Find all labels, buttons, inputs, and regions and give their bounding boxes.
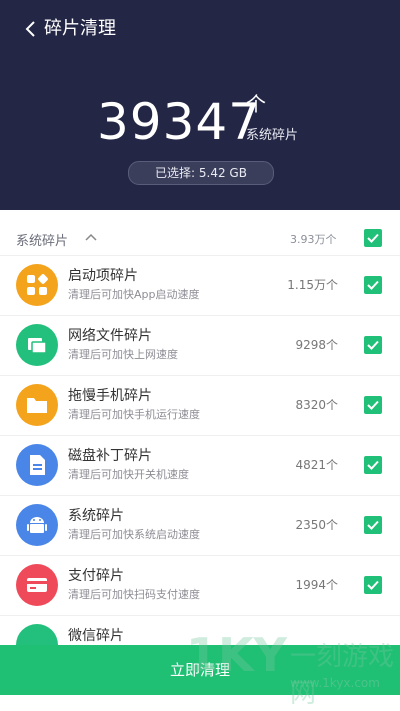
item-count: 8320个 — [295, 398, 338, 412]
list-item[interactable]: 支付碎片 清理后可加快扫码支付速度 1994个 — [0, 555, 400, 616]
checkmark-icon — [367, 460, 379, 470]
folder-icon — [16, 384, 58, 426]
list-item[interactable]: 系统碎片 清理后可加快系统启动速度 2350个 — [0, 495, 400, 556]
item-desc: 清理后可加快开关机速度 — [68, 468, 189, 481]
android-icon — [16, 504, 58, 546]
bottom-strip — [0, 695, 400, 711]
total-fragment-count: 39347 — [97, 93, 262, 151]
back-button[interactable] — [16, 14, 46, 44]
count-subtitle: 系统碎片 — [246, 128, 299, 143]
item-checkbox[interactable] — [364, 336, 382, 354]
group-checkbox[interactable] — [364, 229, 382, 247]
item-desc: 清理后可加快扫码支付速度 — [68, 588, 200, 601]
checkmark-icon — [367, 340, 379, 350]
item-title: 启动项碎片 — [68, 268, 138, 284]
chat-icon — [16, 624, 58, 646]
item-desc: 清理后可加快上网速度 — [68, 348, 178, 361]
list-item[interactable]: 磁盘补丁碎片 清理后可加快开关机速度 4821个 — [0, 435, 400, 496]
clean-now-button[interactable]: 立即清理 — [0, 645, 400, 695]
chevron-up-icon[interactable] — [84, 232, 98, 242]
list-item[interactable]: 启动项碎片 清理后可加快App启动速度 1.15万个 — [0, 255, 400, 316]
item-checkbox[interactable] — [364, 276, 382, 294]
item-checkbox[interactable] — [364, 516, 382, 534]
selected-size-badge: 已选择: 5.42 GB — [128, 161, 274, 185]
item-title: 支付碎片 — [68, 568, 124, 584]
item-count: 1994个 — [295, 578, 338, 592]
page-title: 碎片清理 — [44, 18, 116, 39]
item-title: 微信碎片 — [68, 628, 124, 644]
item-title: 网络文件碎片 — [68, 328, 152, 344]
item-count: 2350个 — [295, 518, 338, 532]
item-desc: 清理后可加快App启动速度 — [68, 288, 200, 301]
list-item[interactable]: 微信碎片 — [0, 615, 400, 646]
network-folder-icon — [16, 324, 58, 366]
group-count: 3.93万个 — [290, 233, 337, 246]
list-item[interactable]: 拖慢手机碎片 清理后可加快手机运行速度 8320个 — [0, 375, 400, 436]
item-count: 4821个 — [295, 458, 338, 472]
header: 碎片清理 39347 个 系统碎片 已选择: 5.42 GB — [0, 0, 400, 210]
item-checkbox[interactable] — [364, 396, 382, 414]
item-checkbox[interactable] — [364, 576, 382, 594]
item-title: 拖慢手机碎片 — [68, 388, 152, 404]
checkmark-icon — [367, 580, 379, 590]
item-desc: 清理后可加快手机运行速度 — [68, 408, 200, 421]
count-unit: 个 — [246, 92, 266, 116]
chevron-left-icon — [25, 21, 35, 37]
item-title: 磁盘补丁碎片 — [68, 448, 152, 464]
item-title: 系统碎片 — [68, 508, 124, 524]
document-icon — [16, 444, 58, 486]
checkmark-icon — [367, 520, 379, 530]
checkmark-icon — [367, 280, 379, 290]
checkmark-icon — [367, 400, 379, 410]
item-checkbox[interactable] — [364, 456, 382, 474]
item-count: 1.15万个 — [287, 278, 338, 292]
item-desc: 清理后可加快系统启动速度 — [68, 528, 200, 541]
card-icon — [16, 564, 58, 606]
list-item[interactable]: 网络文件碎片 清理后可加快上网速度 9298个 — [0, 315, 400, 376]
item-count: 9298个 — [295, 338, 338, 352]
checkmark-icon — [367, 233, 379, 243]
group-header-system-fragments[interactable]: 系统碎片 3.93万个 — [0, 222, 400, 254]
group-label: 系统碎片 — [16, 234, 69, 249]
apps-grid-icon — [16, 264, 58, 306]
